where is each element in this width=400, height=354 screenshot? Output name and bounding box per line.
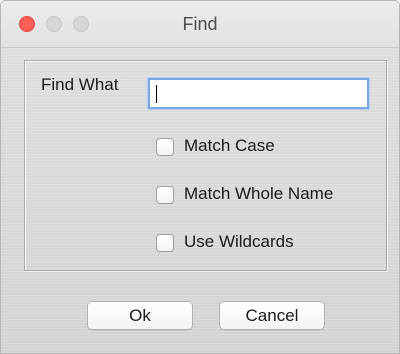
match-case-checkbox[interactable] [156,138,174,156]
use-wildcards-checkbox[interactable] [156,234,174,252]
match-whole-name-checkbox[interactable] [156,186,174,204]
text-cursor [156,85,157,103]
find-what-input[interactable] [148,78,369,109]
match-whole-name-label: Match Whole Name [184,184,334,203]
find-what-label: Find What [41,75,119,94]
window-title: Find [182,14,218,34]
cancel-button[interactable]: Cancel [219,301,325,330]
find-dialog: Find Find What Match Case Match Whole Na… [0,0,400,354]
ok-button[interactable]: Ok [87,301,193,330]
title-bar: Find [1,1,399,48]
use-wildcards-label: Use Wildcards [184,232,294,251]
match-case-label: Match Case [184,136,275,155]
